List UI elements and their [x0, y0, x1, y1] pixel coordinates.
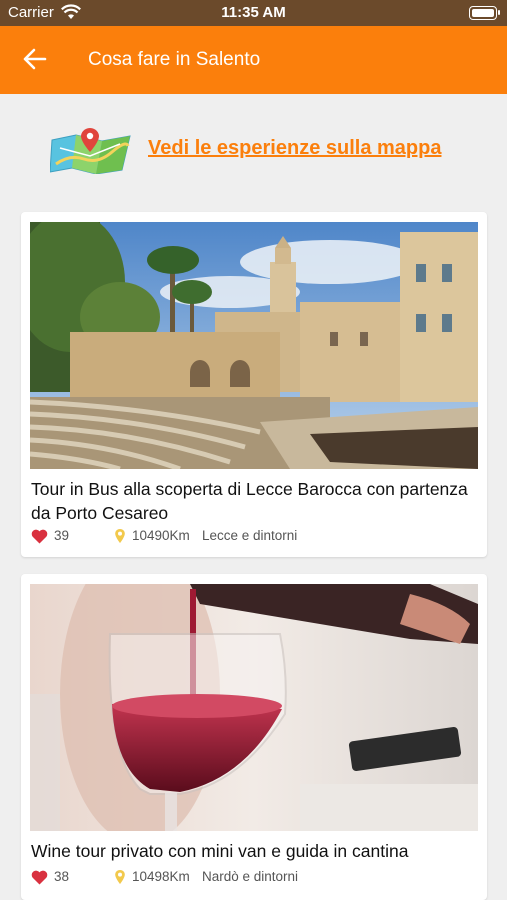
likes-count: 38 [54, 869, 70, 884]
battery-icon [469, 6, 500, 20]
heart-icon[interactable] [31, 870, 48, 885]
nav-bar: Cosa fare in Salento [0, 26, 507, 94]
lecce-roman-amphitheatre-photo [30, 222, 478, 469]
experience-card[interactable]: Tour in Bus alla scoperta di Lecce Baroc… [21, 212, 487, 557]
map-link[interactable]: Vedi le esperienze sulla mappa [148, 137, 441, 160]
likes-count: 39 [54, 528, 70, 543]
status-bar: Carrier 11:35 AM [0, 0, 507, 26]
experience-title[interactable]: Tour in Bus alla scoperta di Lecce Baroc… [31, 477, 471, 525]
location-pin-icon [114, 869, 126, 885]
experience-title[interactable]: Wine tour privato con mini van e guida i… [31, 839, 471, 863]
clock: 11:35 AM [221, 4, 286, 21]
map-icon[interactable] [49, 126, 134, 175]
map-link-row: Vedi le esperienze sulla mappa [0, 122, 507, 175]
area-label: Nardò e dintorni [202, 869, 299, 884]
red-wine-glass-photo [30, 584, 478, 831]
page-title: Cosa fare in Salento [88, 49, 261, 70]
location-pin-icon [114, 528, 126, 544]
area-label: Lecce e dintorni [202, 528, 298, 543]
distance-label: 10498Km [132, 869, 190, 884]
heart-icon[interactable] [31, 529, 48, 544]
experience-card[interactable]: Wine tour privato con mini van e guida i… [21, 574, 487, 900]
arrow-left-icon[interactable] [22, 46, 48, 72]
distance-label: 10490Km [132, 528, 190, 543]
